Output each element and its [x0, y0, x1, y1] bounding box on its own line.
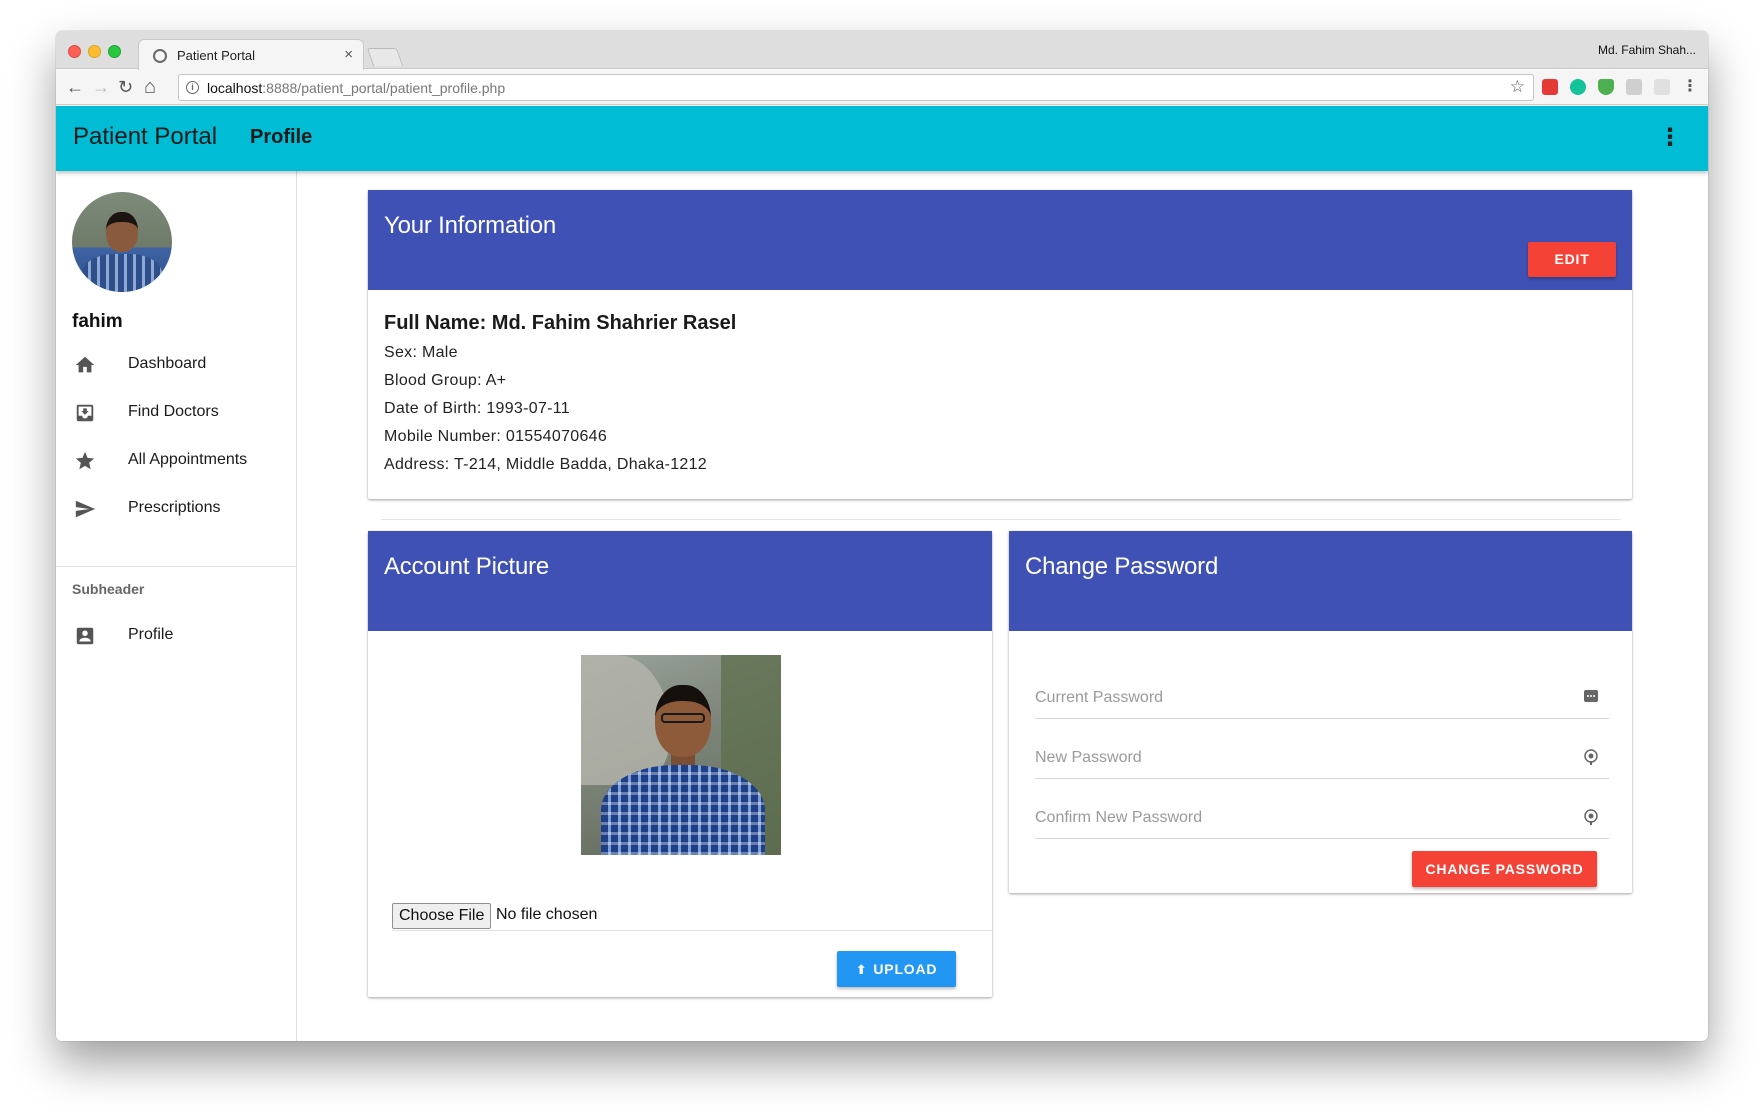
close-tab-icon[interactable]: ×	[344, 46, 353, 63]
nav-profile-link[interactable]: Profile	[250, 126, 312, 149]
change-password-title: Change Password	[1025, 553, 1219, 580]
fingerprint-icon	[1583, 809, 1599, 825]
current-password-input[interactable]	[1035, 687, 1575, 709]
choose-file-button[interactable]: Choose File	[392, 903, 492, 929]
change-password-button[interactable]: CHANGE PASSWORD	[1412, 851, 1597, 887]
confirm-password-field	[1035, 793, 1609, 839]
sidebar-item-find-doctors[interactable]: Find Doctors	[56, 392, 296, 434]
current-password-field	[1035, 673, 1609, 719]
sex-text: Sex: Male	[384, 344, 458, 361]
info-card-title: Your Information	[384, 212, 557, 239]
sidebar-divider	[56, 566, 296, 567]
sidebar-item-all-appointments[interactable]: All Appointments	[56, 440, 296, 482]
extension-grid-icon[interactable]	[1626, 79, 1642, 95]
change-password-card: Change Password CHANGE PASSWORD	[1009, 531, 1632, 893]
profile-photo	[581, 655, 781, 855]
account-picture-title: Account Picture	[384, 553, 550, 580]
extension-cast-icon[interactable]	[1654, 79, 1670, 95]
info-card-header: Your Information EDIT	[368, 190, 1632, 290]
full-name-text: Full Name: Md. Fahim Shahrier Rasel	[384, 312, 737, 334]
home-icon	[74, 354, 96, 376]
reload-icon[interactable]: ↻	[118, 75, 133, 99]
upload-label: UPLOAD	[873, 961, 938, 977]
browser-tab[interactable]: Patient Portal ×	[138, 39, 364, 70]
sidebar-item-prescriptions[interactable]: Prescriptions	[56, 488, 296, 530]
forward-arrow-icon[interactable]: →	[92, 75, 110, 99]
new-password-input[interactable]	[1035, 747, 1575, 769]
confirm-password-input[interactable]	[1035, 807, 1575, 829]
info-icon[interactable]: i	[186, 81, 199, 94]
app-bar: Patient Portal Profile ⋮	[56, 106, 1708, 171]
extension-lastpass-icon[interactable]	[1542, 79, 1558, 95]
sidebar: fahim Dashboard Find Doctors All Appoint…	[56, 171, 297, 1041]
close-window-button[interactable]	[68, 45, 81, 58]
address-url[interactable]: localhost:8888/patient_portal/patient_pr…	[207, 80, 505, 96]
address-text: Address: T-214, Middle Badda, Dhaka-1212	[384, 456, 708, 473]
minimize-window-button[interactable]	[88, 45, 101, 58]
bookmark-star-icon[interactable]: ☆	[1510, 77, 1525, 97]
new-password-field	[1035, 733, 1609, 779]
sidebar-subheader: Subheader	[72, 581, 145, 597]
star-icon	[74, 450, 96, 472]
browser-menu-icon[interactable]: ⋮	[1682, 75, 1698, 99]
sidebar-item-dashboard[interactable]: Dashboard	[56, 344, 296, 386]
sidebar-username: fahim	[72, 311, 123, 332]
sidebar-item-profile[interactable]: Profile	[56, 615, 296, 657]
address-bar[interactable]: i localhost:8888/patient_portal/patient_…	[178, 74, 1534, 101]
sidebar-item-label: Prescriptions	[128, 499, 221, 516]
app-title[interactable]: Patient Portal	[73, 123, 217, 151]
browser-toolbar: ← → ↻ ⌂ i localhost:8888/patient_portal/…	[56, 70, 1708, 105]
upload-button[interactable]: ⬆ UPLOAD	[837, 951, 956, 987]
extension-grammarly-icon[interactable]	[1570, 79, 1586, 95]
blood-group-text: Blood Group: A+	[384, 372, 507, 389]
overflow-menu-icon[interactable]: ⋮	[1658, 124, 1682, 152]
tab-title: Patient Portal	[177, 48, 256, 63]
sidebar-item-label: Find Doctors	[128, 403, 219, 420]
globe-icon	[153, 49, 167, 63]
maximize-window-button[interactable]	[108, 45, 121, 58]
account-picture-header: Account Picture	[368, 531, 992, 631]
upload-icon: ⬆	[855, 962, 868, 977]
avatar	[72, 192, 172, 292]
extension-shield-icon[interactable]	[1598, 79, 1614, 95]
sidebar-item-label: Profile	[128, 626, 174, 643]
browser-window: Patient Portal × Md. Fahim Shah... ← → ↻…	[56, 31, 1708, 1041]
sidebar-item-label: Dashboard	[128, 355, 207, 372]
edit-button[interactable]: EDIT	[1528, 242, 1616, 277]
new-tab-button[interactable]	[366, 48, 404, 66]
account-picture-card: Account Picture Choose File No file chos…	[368, 531, 992, 997]
change-password-header: Change Password	[1009, 531, 1632, 631]
file-input-row: Choose File No file chosen	[392, 901, 992, 931]
send-icon	[74, 498, 96, 520]
section-divider	[381, 519, 1621, 520]
account-box-icon	[74, 625, 96, 647]
sidebar-item-label: All Appointments	[128, 451, 248, 468]
tab-strip: Patient Portal × Md. Fahim Shah...	[56, 31, 1708, 70]
inbox-download-icon	[74, 402, 96, 424]
home-icon[interactable]: ⌂	[144, 75, 156, 99]
password-dots-icon	[1583, 689, 1599, 705]
info-card: Your Information EDIT Full Name: Md. Fah…	[368, 190, 1632, 499]
mobile-text: Mobile Number: 01554070646	[384, 428, 608, 445]
fingerprint-icon	[1583, 749, 1599, 765]
dob-text: Date of Birth: 1993-07-11	[384, 400, 570, 417]
file-status-text: No file chosen	[496, 906, 598, 923]
back-arrow-icon[interactable]: ←	[66, 75, 84, 99]
browser-profile-name[interactable]: Md. Fahim Shah...	[1598, 43, 1696, 57]
